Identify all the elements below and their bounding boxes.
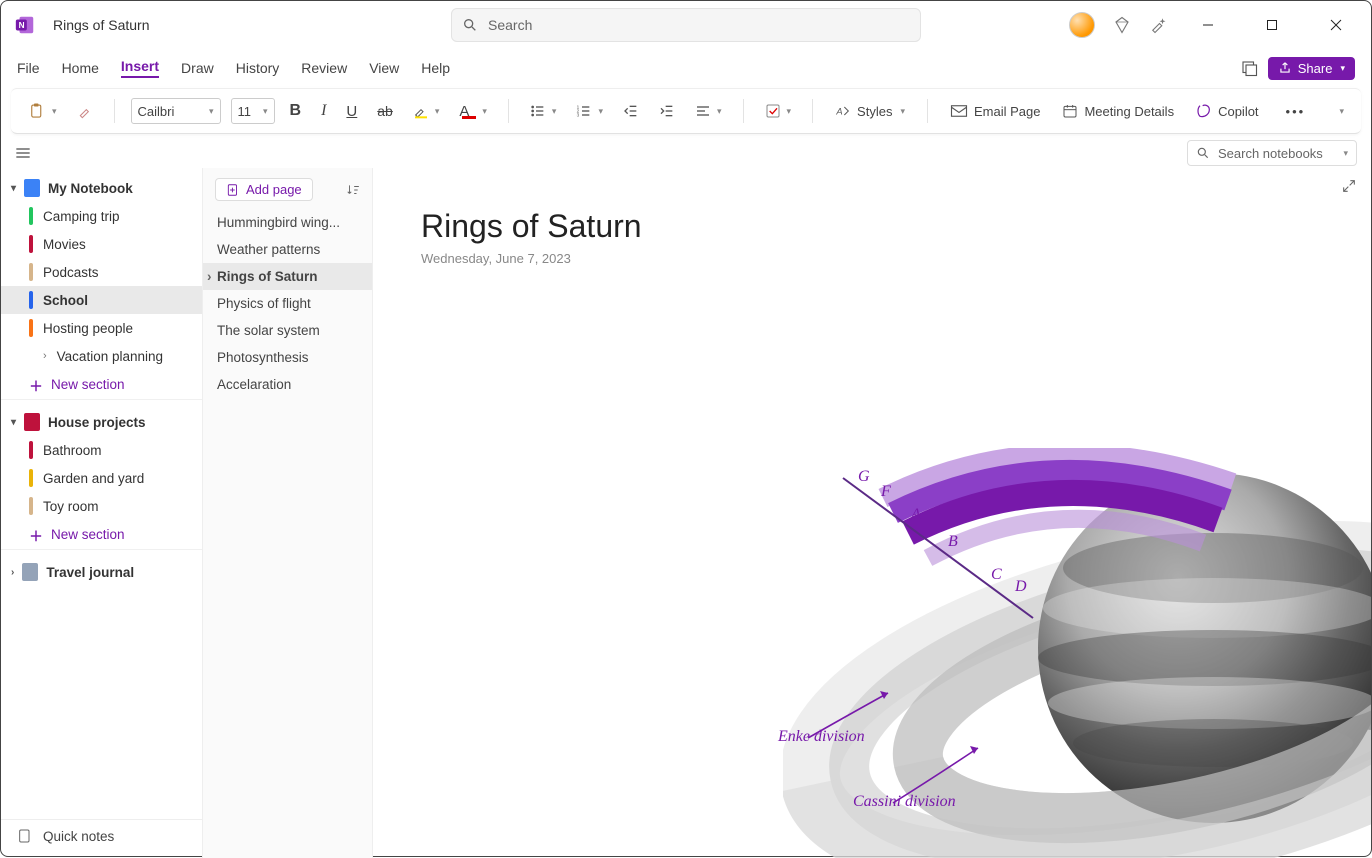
menu-review[interactable]: Review [301, 60, 347, 76]
onenote-app-icon: N [5, 14, 45, 36]
bullet-list-button[interactable]: ▾ [525, 100, 562, 122]
notebook-my-notebook[interactable]: ▾My Notebook [1, 174, 202, 202]
note-canvas[interactable]: Rings of Saturn Wednesday, June 7, 2023 [373, 168, 1371, 858]
section-podcasts[interactable]: Podcasts [1, 258, 202, 286]
ring-label-b: B [948, 533, 958, 551]
window-maximize-button[interactable] [1249, 9, 1295, 41]
search-notebooks-input[interactable]: Search notebooks ▾ [1187, 140, 1357, 166]
underline-button[interactable]: U [341, 100, 362, 123]
sort-pages-button[interactable] [346, 183, 360, 197]
open-in-new-window-icon[interactable] [1240, 59, 1258, 77]
ring-label-c: C [991, 566, 1002, 584]
notebook-house-projects[interactable]: ▾House projects [1, 408, 202, 436]
ring-label-g: G [858, 468, 870, 486]
svg-text:A: A [835, 106, 842, 116]
window-close-button[interactable] [1313, 9, 1359, 41]
menu-bar: File Home Insert Draw History Review Vie… [1, 49, 1371, 88]
menu-home[interactable]: Home [62, 60, 99, 76]
menu-file[interactable]: File [17, 60, 40, 76]
notebook-nav: ▾My Notebook Camping trip Movies Podcast… [1, 168, 203, 858]
new-section-button-2[interactable]: ＋New section [1, 520, 202, 550]
page-solar-system[interactable]: The solar system [203, 317, 372, 344]
copilot-button[interactable]: Copilot [1190, 100, 1264, 122]
search-icon [462, 17, 478, 33]
ribbon-collapse-button[interactable]: ▾ [1332, 103, 1349, 120]
note-icon [17, 828, 33, 844]
section-vacation-planning[interactable]: ›Vacation planning [1, 342, 202, 370]
menu-history[interactable]: History [236, 60, 280, 76]
indent-button[interactable] [654, 100, 680, 122]
quick-notes-button[interactable]: Quick notes [1, 819, 202, 852]
search-icon [1196, 146, 1210, 160]
svg-text:N: N [19, 21, 25, 30]
section-bathroom[interactable]: Bathroom [1, 436, 202, 464]
page-photosynthesis[interactable]: Photosynthesis [203, 344, 372, 371]
menu-view[interactable]: View [369, 60, 399, 76]
italic-button[interactable]: I [316, 99, 331, 123]
add-page-button[interactable]: Add page [215, 178, 313, 201]
user-avatar[interactable] [1069, 12, 1095, 38]
todo-tag-button[interactable]: ▾ [760, 100, 797, 122]
saturn-illustration: G F A B C D Enke division Cassini divisi… [783, 448, 1371, 858]
diamond-icon[interactable] [1113, 16, 1131, 34]
bold-button[interactable]: B [285, 99, 307, 123]
annotation-cassini: Cassini division [853, 793, 956, 811]
section-camping-trip[interactable]: Camping trip [1, 202, 202, 230]
menu-draw[interactable]: Draw [181, 60, 214, 76]
window-minimize-button[interactable] [1185, 9, 1231, 41]
document-title: Rings of Saturn [53, 17, 150, 33]
font-name-combo[interactable]: Cailbri▾ [131, 98, 221, 124]
font-color-button[interactable]: A▾ [454, 99, 492, 123]
highlight-color-button[interactable]: ▾ [408, 100, 445, 122]
ribbon-overflow-button[interactable]: ••• [1281, 101, 1311, 122]
brush-sparkle-icon[interactable] [1149, 16, 1167, 34]
paste-button[interactable]: ▾ [23, 98, 62, 124]
section-toy-room[interactable]: Toy room [1, 492, 202, 520]
numbered-list-button[interactable]: 123▾ [571, 100, 608, 122]
menu-help[interactable]: Help [421, 60, 450, 76]
annotation-enke: Enke division [778, 728, 865, 746]
font-size-combo[interactable]: 11▾ [231, 98, 275, 124]
navigation-toggle-icon[interactable] [15, 146, 31, 160]
section-school[interactable]: School [1, 286, 202, 314]
menu-insert[interactable]: Insert [121, 58, 159, 78]
page-hummingbird[interactable]: Hummingbird wing... [203, 209, 372, 236]
title-bar: N Rings of Saturn Search [1, 1, 1371, 49]
outdent-button[interactable] [618, 100, 644, 122]
section-garden-yard[interactable]: Garden and yard [1, 464, 202, 492]
ribbon-toolbar: ▾ Cailbri▾ 11▾ B I U ab ▾ A▾ ▾ 123▾ ▾ ▾ … [11, 88, 1361, 134]
expand-canvas-button[interactable] [1341, 178, 1357, 199]
page-list: Add page Hummingbird wing... Weather pat… [203, 168, 373, 858]
search-placeholder: Search [488, 17, 532, 33]
format-painter-button[interactable] [72, 100, 98, 122]
section-hosting-people[interactable]: Hosting people [1, 314, 202, 342]
notebook-travel-journal[interactable]: ›Travel journal [1, 558, 202, 586]
ring-label-d: D [1015, 578, 1027, 596]
align-button[interactable]: ▾ [690, 100, 727, 122]
page-weather-patterns[interactable]: Weather patterns [203, 236, 372, 263]
global-search-input[interactable]: Search [451, 8, 921, 42]
svg-text:3: 3 [577, 112, 580, 117]
page-accelaration[interactable]: Accelaration [203, 371, 372, 398]
note-date: Wednesday, June 7, 2023 [421, 251, 1323, 266]
note-title[interactable]: Rings of Saturn [421, 208, 1323, 245]
email-page-button[interactable]: Email Page [944, 101, 1046, 122]
styles-button[interactable]: AStyles▾ [829, 100, 911, 122]
page-physics-of-flight[interactable]: Physics of flight [203, 290, 372, 317]
ring-label-a: A [911, 506, 921, 524]
share-button[interactable]: Share ▾ [1268, 57, 1355, 80]
new-section-button[interactable]: ＋New section [1, 370, 202, 400]
add-page-icon [226, 183, 240, 197]
meeting-details-button[interactable]: Meeting Details [1056, 100, 1180, 122]
strikethrough-button[interactable]: ab [372, 100, 398, 122]
section-movies[interactable]: Movies [1, 230, 202, 258]
ring-label-f: F [881, 483, 891, 501]
share-label: Share [1298, 61, 1333, 76]
share-icon [1278, 61, 1292, 75]
page-rings-of-saturn[interactable]: Rings of Saturn [203, 263, 372, 290]
sub-toolbar: Search notebooks ▾ [1, 138, 1371, 168]
